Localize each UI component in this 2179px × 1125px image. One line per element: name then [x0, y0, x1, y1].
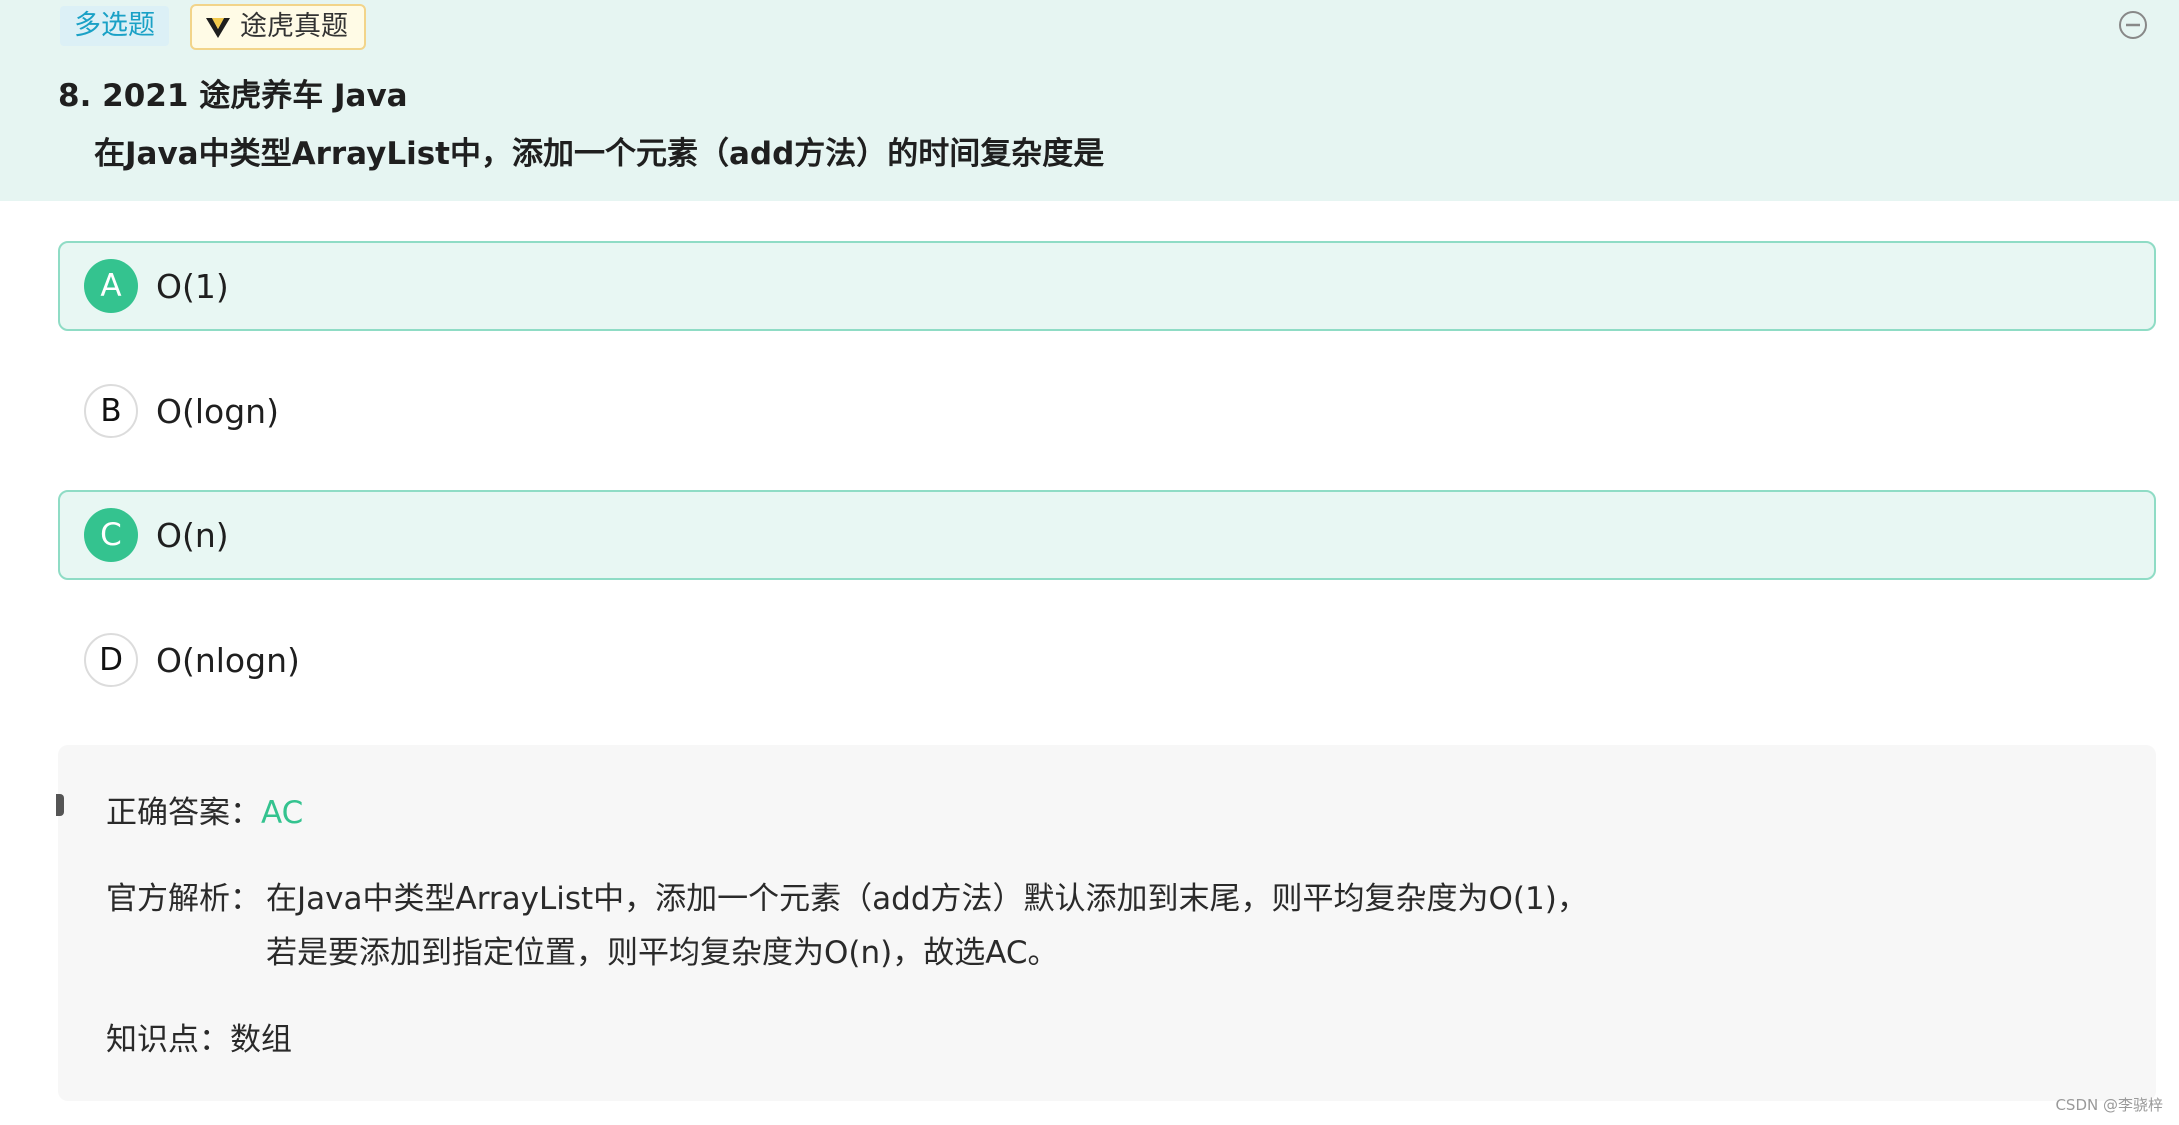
question-text: 在Java中类型ArrayList中，添加一个元素（add方法）的时间复杂度是 — [94, 136, 1105, 172]
knowledge-label: 知识点： — [106, 1022, 230, 1058]
question-title: 8. 2021 途虎养车 Java — [58, 78, 408, 114]
correct-answer-value: AC — [261, 795, 304, 831]
explanation-line-2: 若是要添加到指定位置，则平均复杂度为O(n)，故选AC。 — [266, 935, 1059, 971]
option-letter: C — [84, 508, 138, 562]
option-c[interactable]: C O(n) — [58, 490, 2156, 580]
explanation-label: 官方解析： — [106, 881, 261, 917]
question-type-tag: 多选题 — [60, 6, 169, 46]
knowledge-value: 数组 — [230, 1022, 292, 1058]
source-tag-label: 途虎真题 — [240, 11, 348, 42]
option-letter: B — [84, 384, 138, 438]
option-text: O(n) — [156, 515, 229, 555]
option-a[interactable]: A O(1) — [58, 241, 2156, 331]
answer-panel: 正确答案：AC 官方解析： 在Java中类型ArrayList中，添加一个元素（… — [56, 745, 2156, 1101]
option-letter: A — [84, 259, 138, 313]
minus-circle-icon[interactable] — [2118, 10, 2148, 40]
correct-answer-row: 正确答案：AC — [106, 787, 303, 832]
option-text: O(1) — [156, 266, 229, 306]
question-header: 多选题 途虎真题 8. 2021 途虎养车 Java 在Java中类型Array… — [0, 0, 2179, 201]
option-letter: D — [84, 633, 138, 687]
explanation-line-1: 在Java中类型ArrayList中，添加一个元素（add方法）默认添加到末尾，… — [266, 881, 1588, 917]
knowledge-row: 知识点：数组 — [106, 1014, 292, 1059]
option-text: O(nlogn) — [156, 640, 300, 680]
answer-marker — [56, 794, 64, 816]
correct-answer-label: 正确答案： — [106, 795, 261, 831]
option-b[interactable]: B O(logn) — [58, 366, 2156, 456]
option-text: O(logn) — [156, 391, 279, 431]
source-tag: 途虎真题 — [190, 4, 366, 50]
option-d[interactable]: D O(nlogn) — [58, 615, 2156, 705]
watermark: CSDN @李骁梓 — [2055, 1096, 2163, 1114]
tuhu-logo-icon — [206, 18, 230, 38]
